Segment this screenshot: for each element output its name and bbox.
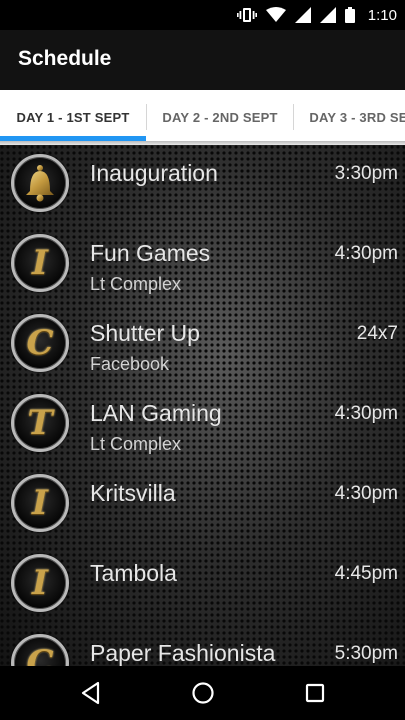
- event-time: 3:30pm: [334, 163, 398, 184]
- event-time: 4:30pm: [334, 403, 398, 424]
- event-badge: C: [11, 314, 69, 372]
- event-time: 24x7: [356, 323, 398, 344]
- event-title: Fun Games: [90, 240, 211, 266]
- home-icon[interactable]: [190, 680, 216, 706]
- bell-icon: [26, 165, 54, 202]
- signal-icon: [294, 7, 311, 23]
- event-list: Inauguration 3:30pm I Fun Games Lt Compl…: [0, 145, 405, 666]
- event-title: Inauguration: [90, 160, 218, 186]
- event-venue: Lt Complex: [90, 274, 182, 294]
- letter-i-icon: I: [32, 243, 48, 283]
- event-row[interactable]: I Fun Games Lt Complex 4:30pm: [0, 225, 405, 305]
- event-title: Shutter Up: [90, 320, 200, 346]
- letter-i-icon: I: [32, 563, 48, 603]
- event-time: 4:30pm: [334, 483, 398, 504]
- event-badge: T: [11, 394, 69, 452]
- event-time: 4:30pm: [334, 243, 398, 264]
- clock: 1:10: [367, 6, 397, 24]
- status-bar: 1:10: [0, 0, 405, 30]
- battery-icon: [344, 7, 355, 23]
- back-icon[interactable]: [78, 680, 104, 706]
- event-row[interactable]: C Paper Fashionista 5:30pm: [0, 625, 405, 666]
- letter-t-icon: T: [27, 403, 53, 443]
- event-row[interactable]: T LAN Gaming Lt Complex 4:30pm: [0, 385, 405, 465]
- event-time: 5:30pm: [334, 643, 398, 664]
- nav-bar: [0, 666, 405, 720]
- vibrate-icon: [236, 8, 257, 22]
- event-title: Paper Fashionista: [90, 640, 276, 666]
- event-badge: I: [11, 554, 69, 612]
- letter-i-icon: I: [32, 483, 48, 523]
- event-row[interactable]: Inauguration 3:30pm: [0, 145, 405, 225]
- letter-c-icon: C: [26, 323, 54, 363]
- tab-day-3[interactable]: DAY 3 - 3RD SEPT: [294, 90, 405, 145]
- tab-day-2[interactable]: DAY 2 - 2ND SEPT: [147, 90, 293, 145]
- app-bar: Schedule: [0, 30, 405, 90]
- event-row[interactable]: I Tambola 4:45pm: [0, 545, 405, 625]
- event-badge: [11, 154, 69, 212]
- letter-c-icon: C: [26, 643, 54, 666]
- event-title: LAN Gaming: [90, 400, 222, 426]
- event-badge: I: [11, 474, 69, 532]
- event-time: 4:45pm: [334, 563, 398, 584]
- event-title: Tambola: [90, 560, 177, 586]
- event-row[interactable]: I Kritsvilla 4:30pm: [0, 465, 405, 545]
- event-badge: C: [11, 634, 69, 666]
- page-title: Schedule: [18, 47, 112, 70]
- signal-icon: [319, 7, 336, 23]
- event-badge: I: [11, 234, 69, 292]
- event-row[interactable]: C Shutter Up Facebook 24x7: [0, 305, 405, 385]
- wifi-icon: [265, 7, 286, 22]
- event-venue: Lt Complex: [90, 434, 182, 454]
- event-venue: Facebook: [90, 354, 170, 374]
- recents-icon[interactable]: [302, 680, 328, 706]
- event-title: Kritsvilla: [90, 480, 176, 506]
- status-icons: 1:10: [236, 5, 397, 25]
